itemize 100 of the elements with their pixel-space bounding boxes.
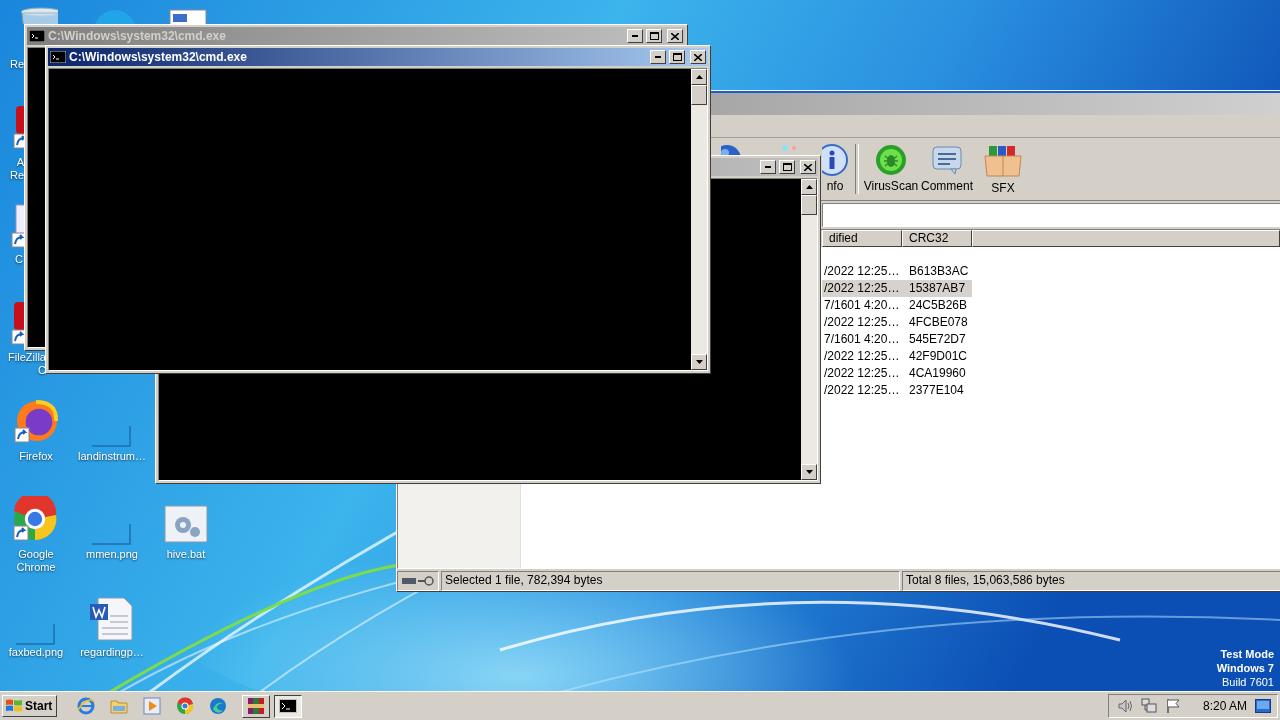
close-icon bbox=[804, 163, 812, 171]
minimize-icon bbox=[655, 56, 661, 58]
minimize-button[interactable] bbox=[650, 50, 666, 64]
edge-icon bbox=[209, 697, 228, 715]
up-arrow-icon bbox=[805, 185, 813, 189]
table-cell-text: /2022 12:25… bbox=[823, 263, 901, 280]
application-icon[interactable] bbox=[12, 104, 24, 150]
table-cell-text: /2022 12:25… bbox=[823, 280, 901, 297]
down-arrow-icon bbox=[695, 360, 703, 364]
icon-label: faxbed.png bbox=[7, 646, 65, 659]
system-info-text: Build 7601 bbox=[1222, 675, 1274, 689]
icon-label: C bbox=[14, 253, 23, 266]
maximize-icon bbox=[672, 53, 682, 61]
toolbar-button[interactable]: VirusScan bbox=[863, 138, 919, 200]
toolbar-button[interactable]: nfo bbox=[819, 138, 851, 200]
status-text: Selected 1 file, 782,394 bytes bbox=[441, 571, 900, 591]
toolbar-button[interactable]: SFX bbox=[975, 138, 1031, 200]
table-cell-text: 15387AB7 bbox=[908, 280, 967, 297]
file-row[interactable]: /2022 12:25… B613B3AC bbox=[822, 263, 972, 280]
scroll-up-button[interactable] bbox=[801, 179, 817, 195]
windows-logo-icon bbox=[6, 699, 22, 713]
file-row[interactable]: /2022 12:25… 42F9D01C bbox=[822, 348, 972, 365]
icon-label: A Re bbox=[8, 156, 24, 182]
table-cell-text: /2022 12:25… bbox=[823, 348, 901, 365]
table-cell-text: 4CA19960 bbox=[908, 365, 967, 382]
table-cell-text: 7/1601 4:20… bbox=[823, 331, 901, 348]
bug-icon bbox=[875, 144, 907, 176]
firefox-icon[interactable] bbox=[13, 398, 59, 444]
up-arrow-icon bbox=[695, 75, 703, 79]
scroll-down-button[interactable] bbox=[691, 354, 707, 370]
flag-icon[interactable] bbox=[1164, 698, 1181, 714]
table-cell-text: 4FCBE078 bbox=[908, 314, 969, 331]
minimize-button[interactable] bbox=[627, 29, 643, 43]
column-header[interactable] bbox=[972, 230, 1280, 247]
console-icon bbox=[29, 30, 45, 42]
file-row[interactable]: 7/1601 4:20… 24C5B26B bbox=[822, 297, 972, 314]
icon-label: landinstrum… bbox=[77, 450, 147, 463]
icon-label: Google Chrome bbox=[15, 548, 57, 574]
chrome-icon bbox=[176, 697, 195, 715]
scroll-thumb[interactable] bbox=[801, 195, 817, 215]
table-cell-text: /2022 12:25… bbox=[823, 382, 901, 399]
table-cell-text: /2022 12:25… bbox=[823, 314, 901, 331]
minimize-icon bbox=[632, 35, 638, 37]
close-icon bbox=[694, 53, 702, 61]
chrome-icon[interactable] bbox=[12, 496, 58, 542]
file-row[interactable]: /2022 12:25… 4FCBE078 bbox=[822, 314, 972, 331]
system-info-text: Test Mode bbox=[1220, 647, 1274, 661]
file-row[interactable]: /2022 12:25… 2377E104 bbox=[822, 382, 972, 399]
taskbar-button[interactable] bbox=[274, 694, 303, 718]
play-icon bbox=[143, 697, 162, 715]
address-field[interactable] bbox=[822, 203, 1280, 227]
system-info-text: Windows 7 bbox=[1216, 661, 1274, 675]
table-cell-text: 7/1601 4:20… bbox=[823, 297, 901, 314]
maximize-button[interactable] bbox=[646, 29, 662, 43]
close-button[interactable] bbox=[800, 160, 816, 174]
scrollbar[interactable] bbox=[691, 69, 707, 370]
window-title: C:\Windows\system32\cmd.exe bbox=[69, 50, 248, 64]
column-header[interactable]: dified bbox=[822, 230, 902, 247]
file-row[interactable]: /2022 12:25… 4CA19960 bbox=[822, 365, 972, 382]
speaker-icon[interactable] bbox=[1116, 698, 1133, 714]
recycle-bin-icon[interactable] bbox=[18, 6, 58, 24]
file-row[interactable]: 7/1601 4:20… 545E72D7 bbox=[822, 331, 972, 348]
table-cell-text: 42F9D01C bbox=[908, 348, 969, 365]
table-cell-text: /2022 12:25… bbox=[823, 365, 901, 382]
toolbar-button[interactable]: Comment bbox=[919, 138, 975, 200]
scroll-down-button[interactable] bbox=[801, 464, 817, 480]
books-icon bbox=[247, 697, 266, 715]
info-icon bbox=[822, 144, 848, 176]
close-icon bbox=[671, 32, 679, 40]
table-cell-text: 2377E104 bbox=[908, 382, 965, 399]
down-arrow-icon bbox=[805, 470, 813, 474]
network-icon[interactable] bbox=[1140, 698, 1157, 714]
minimize-button[interactable] bbox=[760, 160, 776, 174]
table-cell-text: 24C5B26B bbox=[908, 297, 969, 314]
show-desktop-icon[interactable] bbox=[1255, 699, 1271, 713]
maximize-icon bbox=[649, 32, 659, 40]
close-button[interactable] bbox=[667, 29, 683, 43]
status-text: Total 8 files, 15,063,586 bytes bbox=[902, 571, 1280, 591]
key-icon bbox=[418, 576, 434, 586]
column-header[interactable]: CRC32 bbox=[902, 230, 972, 247]
icon-label: regardingp… bbox=[79, 646, 145, 659]
maximize-button[interactable] bbox=[669, 50, 685, 64]
table-cell-text: B613B3AC bbox=[908, 263, 970, 280]
folder-icon bbox=[110, 698, 129, 714]
speech-bubble-icon bbox=[931, 144, 963, 176]
file-row[interactable]: /2022 12:25… 15387AB7 bbox=[822, 280, 972, 297]
maximize-button[interactable] bbox=[779, 160, 795, 174]
box-icon bbox=[983, 144, 1023, 178]
clock[interactable]: 8:20 AM bbox=[1202, 699, 1247, 713]
scroll-thumb[interactable] bbox=[691, 85, 707, 105]
scrollbar[interactable] bbox=[801, 179, 817, 480]
console-icon bbox=[279, 699, 298, 713]
window-title: C:\Windows\system32\cmd.exe bbox=[48, 29, 227, 43]
scroll-up-button[interactable] bbox=[691, 69, 707, 85]
table-cell-text: 545E72D7 bbox=[908, 331, 967, 348]
word-document-icon[interactable] bbox=[88, 596, 134, 642]
close-button[interactable] bbox=[690, 50, 706, 64]
start-button[interactable]: Start bbox=[2, 695, 58, 717]
application-icon[interactable] bbox=[10, 300, 24, 346]
drive-icon bbox=[402, 578, 416, 584]
